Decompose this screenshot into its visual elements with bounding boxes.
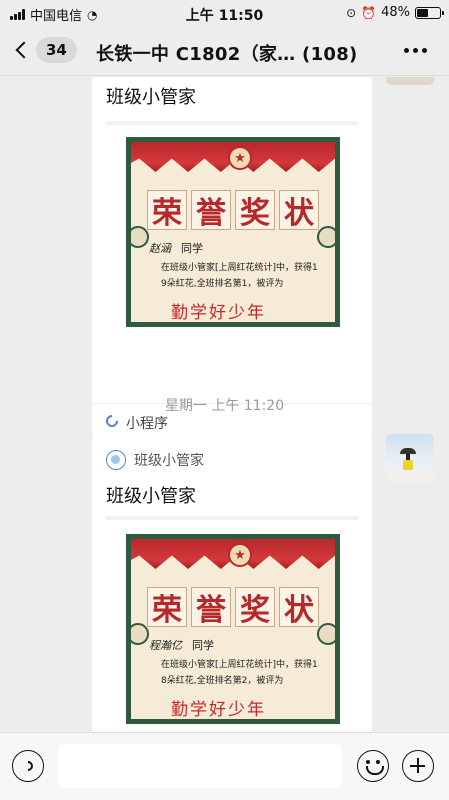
mini-program-card[interactable]: 班级小管家 ★ 荣 誉 奖 状 赵涵 同学 在班级小管家[上周红花统计]中，获得1…: [92, 77, 372, 439]
emoji-icon[interactable]: [357, 750, 389, 782]
certificate-body: 在班级小管家[上周红花统计]中，获得1 8朵红花,全班排名第2，被评为: [161, 660, 318, 686]
certificate-heading: 荣 誉 奖 状: [147, 190, 319, 231]
sender-avatar[interactable]: [386, 434, 434, 482]
certificate-heading: 荣 誉 奖 状: [147, 587, 319, 628]
nav-bar: 34 长铁一中 C1802（家… (108): [0, 26, 449, 76]
star-icon: ★: [228, 543, 252, 567]
student-name: 程瀚亿: [149, 639, 182, 652]
app-logo-icon: [106, 450, 126, 470]
card-divider: [106, 121, 358, 125]
student-name-line: 赵涵 同学: [149, 240, 203, 256]
card-title: 班级小管家: [106, 87, 196, 108]
mountain-badge-icon: [317, 623, 335, 645]
student-name: 赵涵: [149, 242, 171, 255]
more-dots-icon: [404, 48, 409, 53]
mountain-badge-icon: [131, 623, 149, 645]
card-title: 班级小管家: [106, 486, 196, 507]
battery-icon: [415, 6, 444, 19]
battery-percent: 48%: [381, 5, 410, 20]
chat-title: 长铁一中 C1802（家… (108): [96, 44, 358, 65]
plus-icon[interactable]: [402, 750, 434, 782]
app-name: 班级小管家: [134, 453, 204, 469]
sender-avatar[interactable]: [386, 77, 434, 85]
more-options-button[interactable]: [404, 48, 427, 53]
orientation-lock-icon: ⊙: [346, 5, 357, 20]
certificate-image: ★ 荣 誉 奖 状 程瀚亿 同学 在班级小管家[上周红花统计]中，获得1 8朵红花…: [126, 534, 340, 724]
salutation: 同学: [181, 242, 203, 255]
award-title: 勤学好少年: [171, 700, 266, 720]
input-bar: [0, 732, 449, 800]
chat-area[interactable]: 班级小管家 ★ 荣 誉 奖 状 赵涵 同学 在班级小管家[上周红花统计]中，获得1…: [0, 77, 449, 732]
back-button[interactable]: 34: [12, 37, 77, 63]
alarm-icon: ⏰: [361, 5, 377, 20]
student-name-line: 程瀚亿 同学: [149, 637, 214, 653]
certificate-image: ★ 荣 誉 奖 状 赵涵 同学 在班级小管家[上周红花统计]中，获得1 9朵红花,…: [126, 137, 340, 327]
chevron-left-icon: [15, 41, 33, 59]
star-icon: ★: [228, 146, 252, 170]
mountain-badge-icon: [317, 226, 335, 248]
mini-program-icon: [103, 412, 121, 430]
mini-program-header: 班级小管家: [106, 450, 204, 470]
award-title: 勤学好少年: [171, 303, 266, 323]
status-right: ⊙ ⏰ 48%: [346, 5, 444, 20]
message-input[interactable]: [58, 744, 342, 788]
mini-program-card[interactable]: 班级小管家 班级小管家 ★ 荣 誉 奖 状 程瀚亿 同学 在班级小管家[上周红花统…: [92, 434, 372, 732]
message-timestamp: 星期一 上午 11:20: [164, 398, 285, 414]
unread-count-badge: 34: [36, 37, 77, 63]
salutation: 同学: [192, 639, 214, 652]
mini-program-label: 小程序: [126, 416, 168, 432]
mountain-badge-icon: [131, 226, 149, 248]
voice-button[interactable]: [12, 750, 44, 782]
card-divider: [106, 516, 358, 520]
status-bar: 中国电信 ◔ 上午 11:50 ⊙ ⏰ 48%: [0, 0, 449, 26]
voice-icon: [20, 758, 36, 774]
certificate-body: 在班级小管家[上周红花统计]中，获得1 9朵红花,全班排名第1，被评为: [161, 263, 318, 289]
